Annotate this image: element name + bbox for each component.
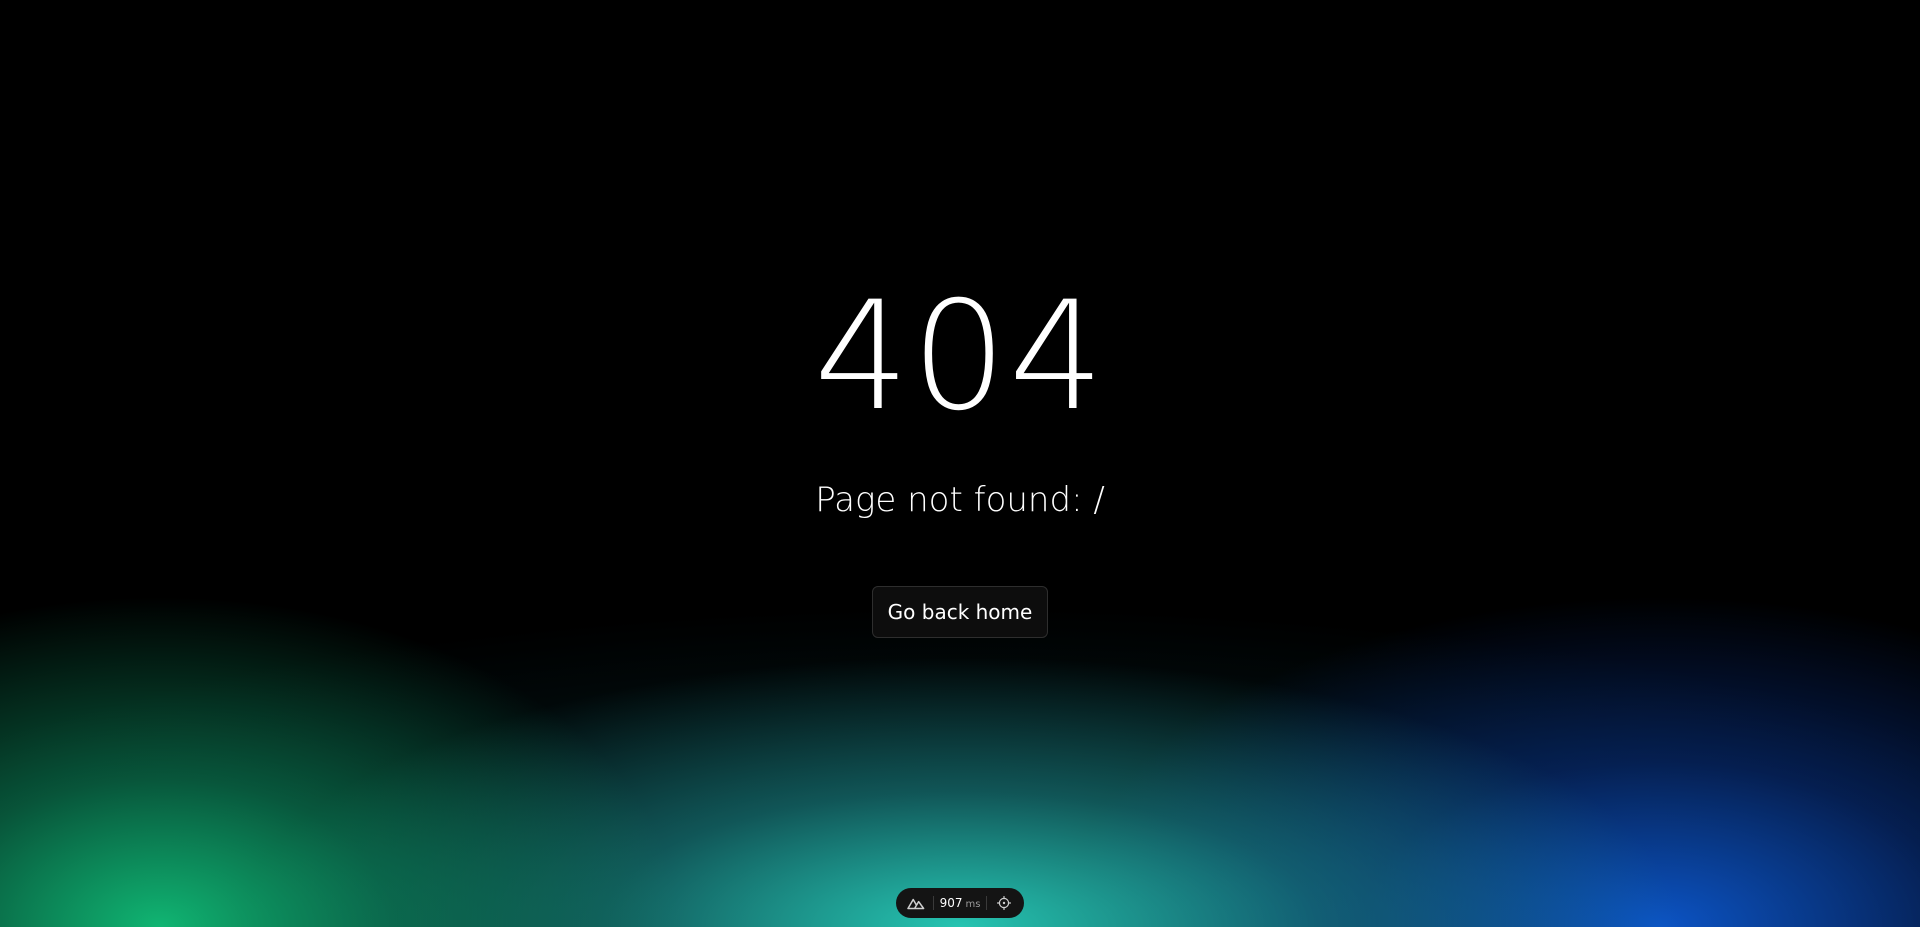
nuxt-logo-icon[interactable] [905,892,927,914]
render-time-value: 907 [939,896,963,910]
render-time-unit: ms [965,899,981,910]
devbar-divider [986,896,988,910]
nuxt-devtools-bar[interactable]: 907 ms [896,888,1024,918]
devbar-divider [932,896,934,910]
render-time[interactable]: 907 ms [940,896,981,910]
error-content: 404 Page not found: / Go back home [0,0,1920,927]
crosshair-icon[interactable] [993,892,1015,914]
error-code: 404 [813,270,1107,444]
error-page: 404 Page not found: / Go back home 907 m… [0,0,1920,927]
go-back-home-button[interactable]: Go back home [872,586,1048,638]
error-message: Page not found: / [815,480,1105,520]
